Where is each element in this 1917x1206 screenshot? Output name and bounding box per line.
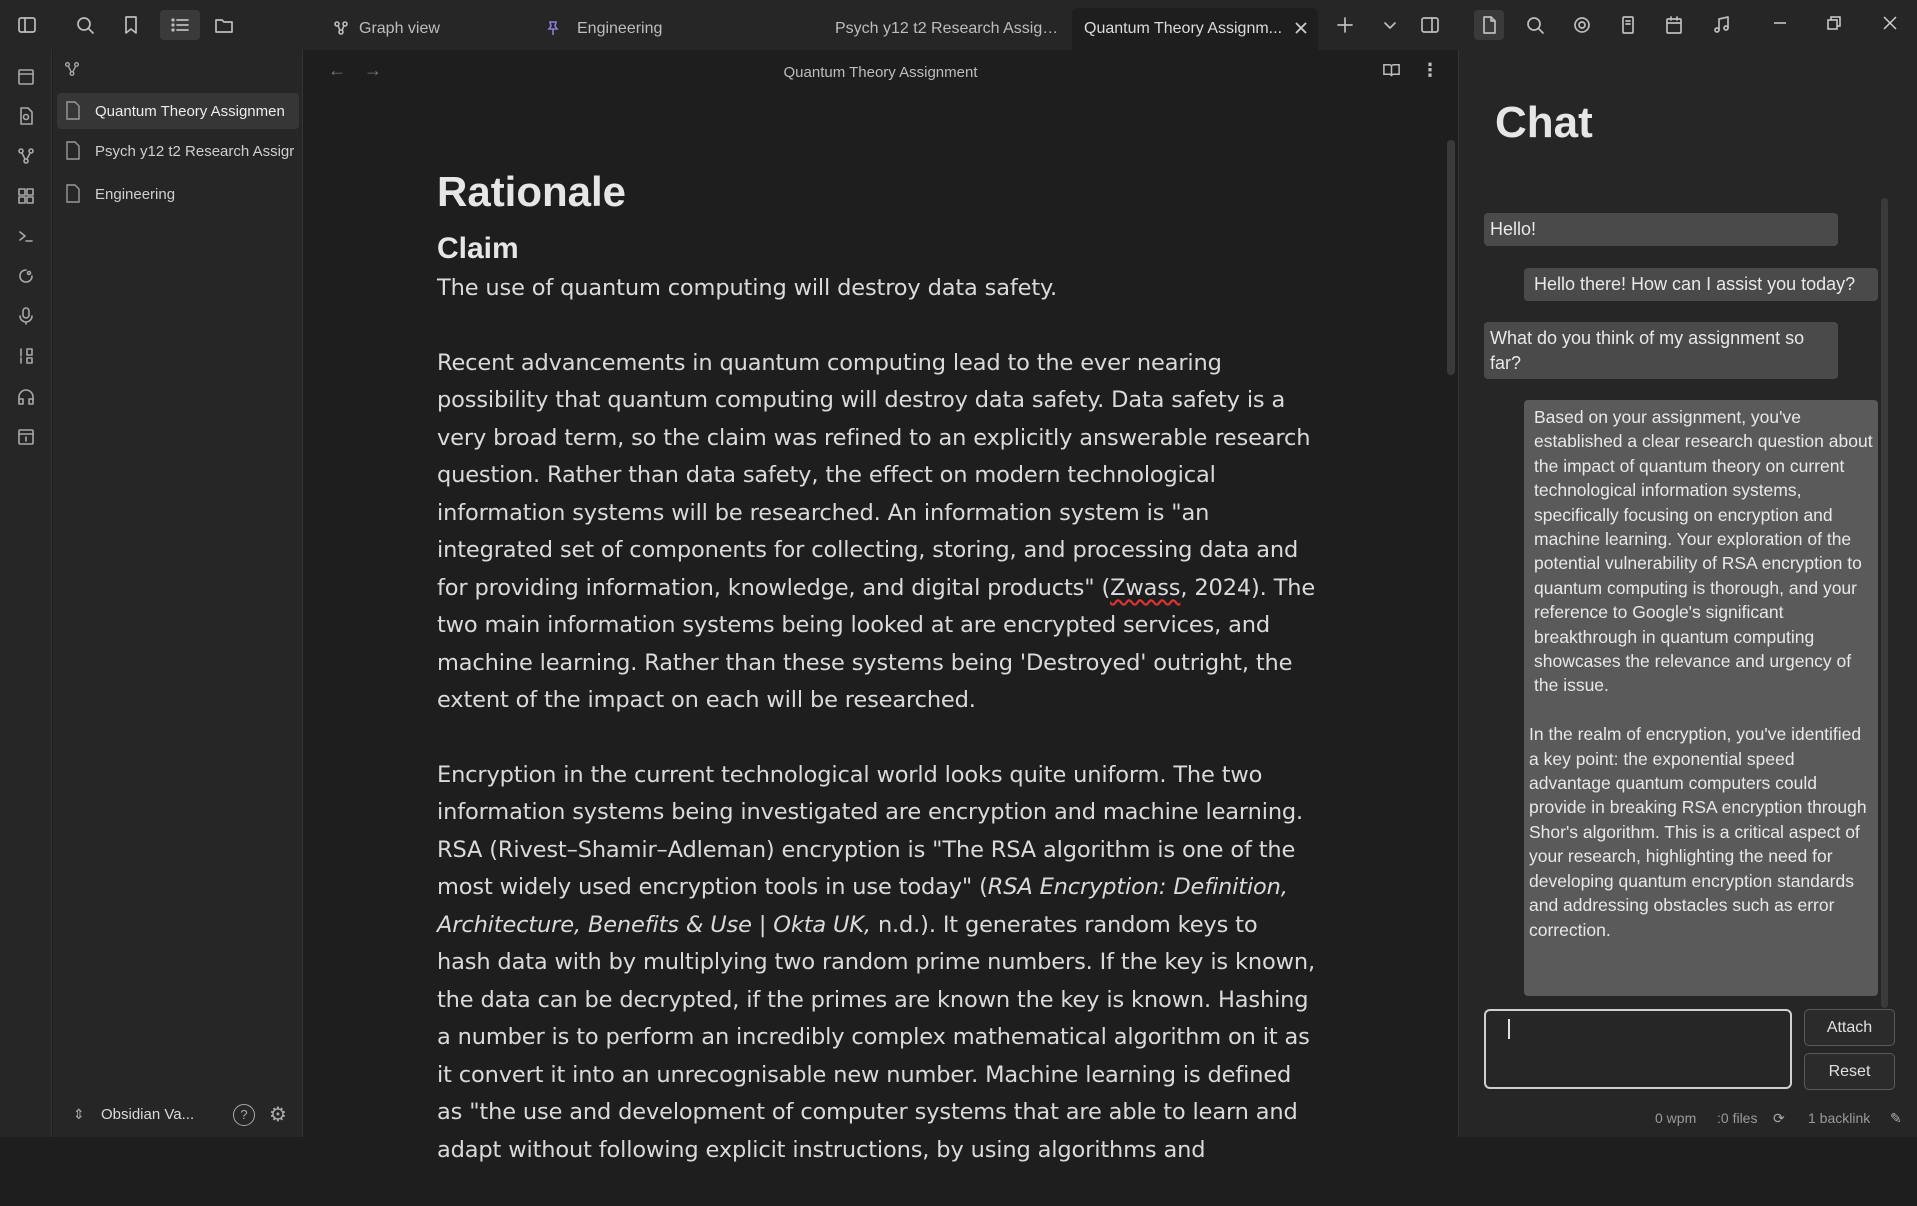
- tab-label: Engineering: [577, 20, 663, 37]
- chevron-updown-icon: ⇕: [73, 1106, 85, 1122]
- sort-numeric-icon[interactable]: [12, 342, 40, 370]
- claim-paragraph: The use of quantum computing will destro…: [437, 275, 1057, 301]
- title-bar: Graph view Engineering Psych y12 t2 Rese…: [0, 0, 1917, 50]
- close-window-icon[interactable]: [1882, 15, 1902, 35]
- pin-icon: [545, 20, 563, 38]
- chat-message-user: What do you think of my assignment so fa…: [1484, 322, 1838, 379]
- backlink-count[interactable]: 1 backlink: [1808, 1110, 1870, 1126]
- gear-icon[interactable]: ⚙: [269, 1102, 287, 1127]
- heading-rationale: Rationale: [437, 168, 627, 215]
- tab-quantum-theory[interactable]: Quantum Theory Assignm...: [1072, 8, 1318, 50]
- editor-scrollbar[interactable]: [1447, 140, 1455, 375]
- word-count: 0 wpm: [1655, 1110, 1697, 1126]
- tab-engineering[interactable]: Engineering: [545, 8, 795, 50]
- tab-label: Psych y12 t2 Research Assign...: [835, 20, 1060, 37]
- restore-icon[interactable]: [1826, 15, 1846, 35]
- terminal-icon[interactable]: [12, 222, 40, 250]
- file-icon: [65, 141, 83, 161]
- tab-label: Quantum Theory Assignm...: [1084, 20, 1283, 37]
- new-tab-icon[interactable]: [1330, 10, 1360, 40]
- graph-icon[interactable]: [12, 142, 40, 170]
- vault-name: Obsidian Va...: [101, 1106, 195, 1123]
- chat-text: Based on your assignment, you've establi…: [1534, 407, 1873, 696]
- right-sidebar-toggle-icon[interactable]: [1415, 10, 1445, 40]
- paragraph: Encryption in the current technological …: [437, 757, 1317, 1170]
- close-icon[interactable]: [1294, 21, 1310, 37]
- heading-claim: Claim: [437, 232, 519, 265]
- file-icon: [65, 184, 83, 204]
- music-icon[interactable]: [1706, 10, 1736, 40]
- chat-message-bot: Hello there! How can I assist you today?: [1524, 268, 1878, 301]
- chat-scrollbar[interactable]: [1881, 198, 1888, 1008]
- file-item-quantum[interactable]: Quantum Theory Assignmen: [57, 93, 299, 129]
- tab-graph-view[interactable]: Graph view: [333, 8, 533, 50]
- view-header: ← → Quantum Theory Assignment ⋮: [304, 50, 1457, 96]
- file-label: Quantum Theory Assignmen: [95, 102, 285, 120]
- chat-title: Chat: [1495, 98, 1593, 147]
- file-label: Psych y12 t2 Research Assigr: [95, 142, 295, 160]
- text: n.d.). It generates random keys to hash …: [437, 911, 1315, 1163]
- search-icon[interactable]: [70, 10, 100, 40]
- more-options-icon[interactable]: ⋮: [1421, 60, 1439, 81]
- canvas-icon[interactable]: [12, 182, 40, 210]
- text-cursor: [1508, 1019, 1510, 1039]
- outline-icon[interactable]: [160, 10, 200, 40]
- bookmark-icon[interactable]: [116, 10, 146, 40]
- calendar-icon[interactable]: [1659, 10, 1689, 40]
- vault-switcher[interactable]: ⇕ Obsidian Va... ? ⚙: [73, 1102, 293, 1127]
- citation-author: Zwass: [1110, 574, 1181, 601]
- microphone-icon[interactable]: [12, 302, 40, 330]
- minimize-icon[interactable]: [1772, 15, 1792, 35]
- graph-icon[interactable]: [63, 60, 83, 80]
- daily-note-icon[interactable]: [12, 62, 40, 90]
- graph-icon: [333, 20, 351, 38]
- editor-pane: ← → Quantum Theory Assignment ⋮ Rational…: [304, 50, 1457, 1163]
- attach-button[interactable]: Attach: [1804, 1009, 1895, 1046]
- headphones-icon[interactable]: [12, 382, 40, 410]
- tab-label: Graph view: [359, 20, 440, 37]
- file-icon: [65, 101, 83, 121]
- ribbon: [0, 50, 52, 1137]
- calendar-day-icon[interactable]: [12, 422, 40, 450]
- file-item-engineering[interactable]: Engineering: [57, 176, 299, 212]
- folder-icon[interactable]: [209, 10, 239, 40]
- file-explorer: Quantum Theory Assignmen Psych y12 t2 Re…: [53, 50, 303, 1137]
- file-search-icon[interactable]: [12, 102, 40, 130]
- file-item-psych[interactable]: Psych y12 t2 Research Assigr: [57, 133, 299, 169]
- reading-view-icon[interactable]: [1382, 61, 1401, 84]
- file-icon[interactable]: [1474, 10, 1504, 40]
- brain-icon[interactable]: [12, 262, 40, 290]
- chat-text: In the realm of encryption, you've ident…: [1529, 724, 1867, 940]
- text: Recent advancements in quantum computing…: [437, 349, 1311, 601]
- chevron-down-icon[interactable]: [1375, 10, 1405, 40]
- search-icon[interactable]: [1520, 10, 1550, 40]
- file-label: Engineering: [95, 185, 176, 203]
- document[interactable]: Rationale Claim The use of quantum compu…: [437, 118, 1317, 1206]
- file-count: :0 files: [1717, 1110, 1758, 1126]
- sidebar-toggle-icon[interactable]: [12, 10, 42, 40]
- chat-input[interactable]: [1484, 1009, 1792, 1089]
- edit-icon[interactable]: ✎: [1890, 1110, 1902, 1127]
- chat-message-bot: Based on your assignment, you've establi…: [1524, 400, 1878, 996]
- notes-icon[interactable]: [1613, 10, 1643, 40]
- chat-message-user: Hello!: [1484, 213, 1838, 246]
- chatbot-icon[interactable]: [1567, 10, 1597, 40]
- sync-icon[interactable]: ⟳: [1773, 1110, 1785, 1127]
- reset-button[interactable]: Reset: [1804, 1053, 1895, 1090]
- help-icon[interactable]: ?: [233, 1103, 255, 1126]
- tab-psych[interactable]: Psych y12 t2 Research Assign...: [835, 8, 1060, 50]
- paragraph: Recent advancements in quantum computing…: [437, 345, 1317, 720]
- view-title[interactable]: Quantum Theory Assignment: [304, 64, 1457, 81]
